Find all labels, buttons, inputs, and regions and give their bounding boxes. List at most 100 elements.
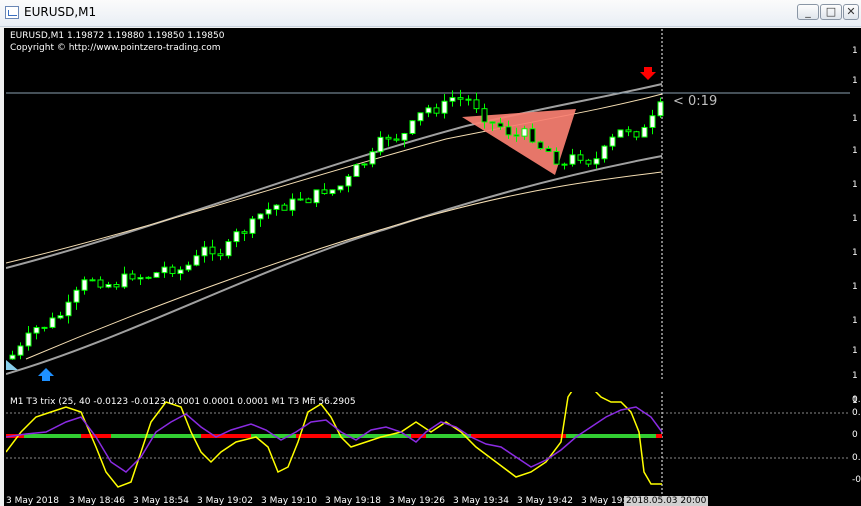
minimize-button[interactable]: _ <box>797 4 819 20</box>
down-arrow-icon <box>640 67 656 80</box>
candle <box>49 317 56 328</box>
price-chart[interactable] <box>6 29 850 381</box>
candle <box>657 101 664 117</box>
copyright-text: Copyright © http://www.pointzero-trading… <box>10 43 221 53</box>
candle <box>369 151 376 165</box>
lower-thin-band <box>25 171 663 360</box>
symbol-info: EURUSD,M1 1.19872 1.19880 1.19850 1.1985… <box>10 31 225 41</box>
candle <box>161 266 168 274</box>
candle <box>529 128 536 143</box>
candle <box>393 138 400 141</box>
indicator-tick-label: 0. <box>852 395 861 405</box>
indicator-tick-label: 0. <box>852 408 861 418</box>
candle <box>441 100 448 114</box>
restore-button[interactable]: □ <box>820 4 842 20</box>
candle <box>449 97 456 102</box>
candle <box>313 189 320 204</box>
up-arrow-icon <box>38 368 54 381</box>
candle <box>585 159 592 165</box>
candle <box>169 266 176 275</box>
start-marker-icon <box>6 360 18 370</box>
price-axis: 111111111111 0.0.00.-0. <box>850 29 861 496</box>
price-tick-label: 1 <box>852 76 858 86</box>
candle <box>17 345 24 356</box>
candle <box>65 301 72 317</box>
price-tick-label: 1 <box>852 346 858 356</box>
candle <box>649 115 656 128</box>
candle <box>129 273 136 280</box>
indicator-tick-label: 0 <box>852 430 858 440</box>
time-tick-label: 3 May 19:10 <box>261 496 317 506</box>
time-tick-label: 3 May 19:18 <box>325 496 381 506</box>
candle <box>617 129 624 138</box>
candle <box>257 213 264 220</box>
price-tick-label: 1 <box>852 371 858 381</box>
bar-countdown: < 0:19 <box>673 94 718 109</box>
candle <box>273 204 280 210</box>
candle <box>473 99 480 110</box>
candle <box>9 354 16 360</box>
candle <box>505 126 512 136</box>
time-tick-label: 3 May 19: <box>581 496 626 506</box>
candle <box>281 204 288 211</box>
candle <box>57 315 64 319</box>
price-tick-label: 1 <box>852 282 858 292</box>
candle <box>545 147 552 153</box>
time-tick-label: 3 May 2018 <box>6 496 59 506</box>
indicator-tick-label: 0. <box>852 453 861 463</box>
window-title: EURUSD,M1 <box>24 5 97 19</box>
candle <box>241 231 248 234</box>
candle <box>481 108 488 123</box>
time-tick-label: 3 May 18:54 <box>133 496 189 506</box>
candle <box>345 175 352 187</box>
candle <box>409 120 416 134</box>
close-button[interactable]: ✕ <box>843 4 859 20</box>
candle <box>537 141 544 149</box>
candle <box>417 112 424 122</box>
candle <box>601 145 608 160</box>
candle <box>641 126 648 138</box>
time-tick-label: 3 May 19:42 <box>517 496 573 506</box>
candle <box>265 208 272 215</box>
candle <box>113 284 120 288</box>
candle <box>185 264 192 271</box>
candle <box>329 189 336 195</box>
candle <box>177 269 184 275</box>
mfi-line <box>6 406 663 473</box>
time-tick-label: 3 May 19:02 <box>197 496 253 506</box>
candle <box>425 107 432 114</box>
time-tick-label: 3 May 18:46 <box>69 496 125 506</box>
time-tick-label: 3 May 19:34 <box>453 496 509 506</box>
indicator-tick-label: -0. <box>852 475 861 485</box>
candle <box>73 289 80 303</box>
candle <box>513 134 520 137</box>
candle <box>401 132 408 141</box>
candle <box>609 136 616 147</box>
window-titlebar: EURUSD,M1 _ □ ✕ <box>0 0 861 27</box>
candle <box>457 97 464 100</box>
candle <box>193 255 200 266</box>
candle <box>497 122 504 128</box>
candle <box>465 98 472 101</box>
indicator-chart[interactable] <box>6 392 850 496</box>
candle <box>249 218 256 234</box>
candle <box>593 158 600 165</box>
candle <box>633 131 640 138</box>
candle <box>89 279 96 282</box>
time-tick-label: 3 May 19:26 <box>389 496 445 506</box>
price-tick-label: 1 <box>852 316 858 326</box>
candle <box>305 198 312 204</box>
candle <box>225 241 232 257</box>
price-tick-label: 1 <box>852 214 858 224</box>
candle <box>41 326 48 329</box>
candle <box>201 246 208 257</box>
chart-window-icon <box>5 6 19 19</box>
candle <box>145 276 152 279</box>
candle <box>377 136 384 153</box>
candle <box>361 163 368 166</box>
candle <box>153 272 160 278</box>
time-tick-label: 2018.05.03 20:00 <box>624 496 709 506</box>
candle <box>577 154 584 161</box>
price-tick-label: 1 <box>852 146 858 156</box>
price-tick-label: 1 <box>852 180 858 190</box>
